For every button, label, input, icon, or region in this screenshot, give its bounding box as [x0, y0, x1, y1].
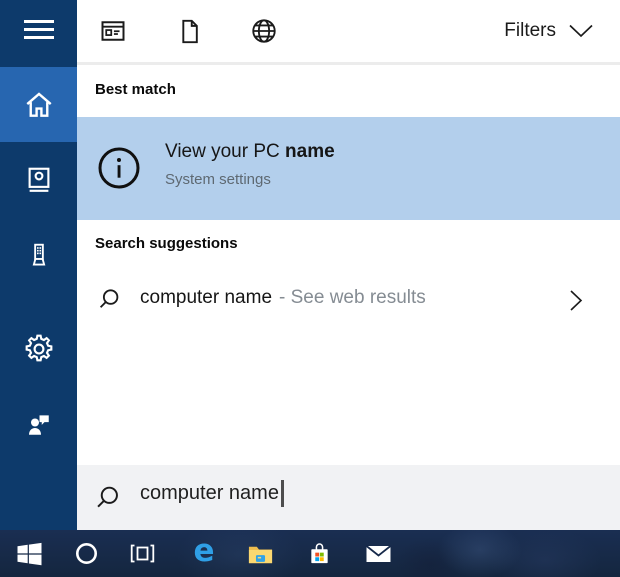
document-icon [181, 19, 198, 43]
sidebar-item-settings[interactable] [0, 311, 77, 386]
search-icon [97, 486, 118, 508]
edge-button[interactable]: e [184, 530, 224, 577]
file-explorer-button[interactable] [240, 530, 280, 577]
chevron-right-icon[interactable] [564, 288, 586, 313]
filter-documents-button[interactable] [167, 9, 211, 53]
web-globe-icon [252, 19, 276, 43]
search-panel: Filters Best match View your PC name Sys… [0, 0, 620, 577]
file-explorer-icon [248, 546, 272, 563]
sidebar-item-notebook[interactable] [0, 142, 77, 217]
filters-button[interactable]: Filters [504, 0, 594, 62]
devices-icon [32, 243, 45, 265]
filters-label: Filters [504, 20, 556, 41]
start-button[interactable] [9, 530, 49, 577]
mail-button[interactable] [358, 530, 398, 577]
filter-web-button[interactable] [242, 9, 286, 53]
home-icon [25, 91, 52, 117]
task-view-button[interactable] [122, 530, 162, 577]
notebook-icon [28, 167, 49, 192]
best-match-heading: Best match [95, 81, 176, 98]
suggestion-text: computer name - See web results [140, 287, 426, 309]
sidebar-item-home[interactable] [0, 67, 77, 142]
results-area: Best match View your PC name System sett… [77, 65, 620, 465]
sidebar-item-feedback[interactable] [0, 387, 77, 462]
mail-icon [365, 544, 391, 562]
edge-icon: e [193, 533, 215, 569]
apps-icon [101, 21, 125, 41]
result-title: View your PC name [165, 141, 335, 162]
filter-apps-button[interactable] [91, 9, 135, 53]
sidebar [0, 0, 77, 530]
result-text: View your PC name System settings [165, 141, 335, 188]
feedback-icon [28, 414, 49, 435]
chevron-down-icon [569, 24, 593, 38]
windows-logo-icon [17, 542, 41, 565]
taskbar: e [0, 530, 620, 577]
menu-button[interactable] [0, 0, 77, 58]
search-input[interactable]: computer name [77, 465, 620, 530]
suggestion-hint: - See web results [279, 287, 426, 308]
cortana-circle-icon [75, 543, 97, 564]
best-match-result[interactable]: View your PC name System settings [77, 117, 620, 220]
settings-gear-icon [25, 334, 52, 361]
store-button[interactable] [299, 530, 339, 577]
sidebar-item-devices[interactable] [0, 217, 77, 292]
suggestion-query: computer name [140, 287, 273, 308]
search-suggestions-heading: Search suggestions [95, 235, 238, 252]
topbar: Filters [77, 0, 620, 62]
menu-icon [23, 19, 54, 39]
result-subtitle: System settings [165, 171, 271, 188]
store-icon [310, 542, 328, 563]
task-view-icon [130, 544, 154, 563]
search-icon [99, 289, 119, 308]
search-suggestion-item[interactable]: computer name - See web results [77, 270, 620, 332]
cortana-button[interactable] [66, 530, 106, 577]
search-input-value: computer name [140, 480, 284, 509]
info-icon [98, 147, 140, 189]
text-caret [280, 480, 284, 507]
